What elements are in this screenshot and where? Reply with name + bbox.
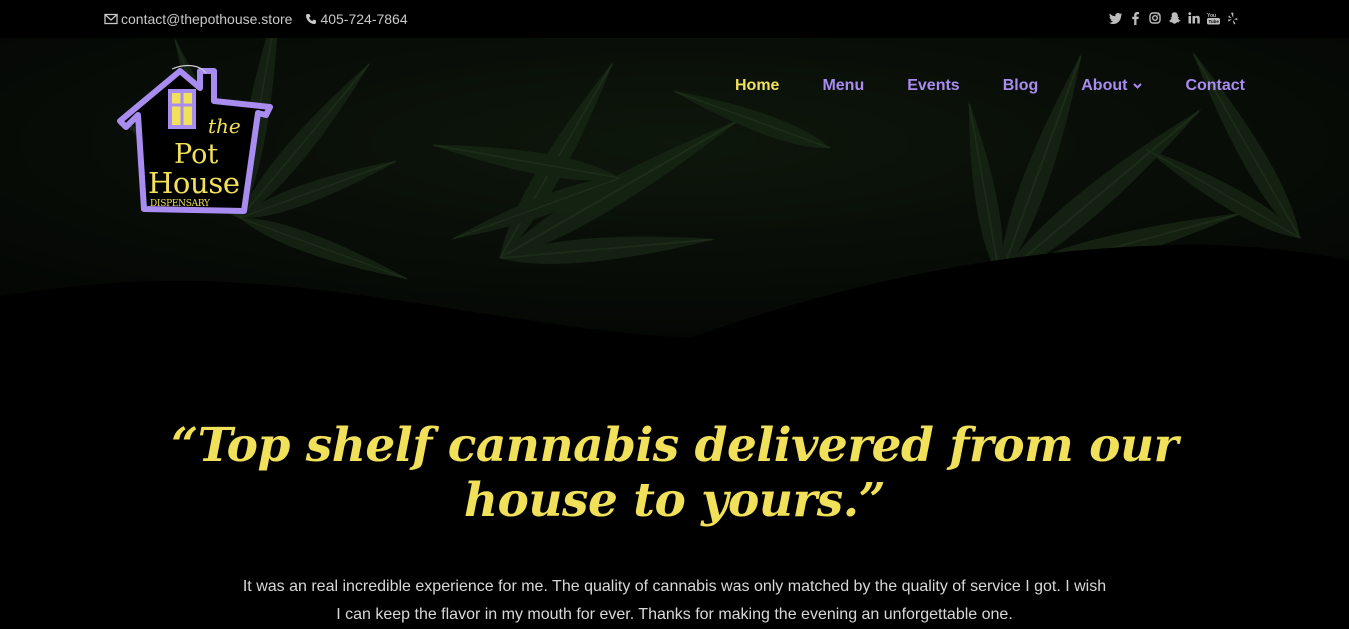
facebook-icon[interactable]	[1129, 11, 1142, 25]
contact-info: contact@thepothouse.store 405-724-7864	[104, 11, 421, 27]
logo-text-the: the	[208, 114, 241, 138]
email-link[interactable]: contact@thepothouse.store	[104, 11, 292, 27]
site-logo[interactable]: the Pot House DISPENSARY	[116, 63, 276, 215]
logo-text-house: House	[148, 166, 240, 200]
snapchat-icon[interactable]	[1168, 11, 1181, 25]
quote-line-1: “Top shelf cannabis delivered from our	[171, 418, 1178, 473]
svg-text:Tube: Tube	[1208, 19, 1219, 24]
envelope-icon	[104, 13, 118, 25]
yelp-icon[interactable]	[1226, 11, 1239, 25]
quote-line-2: house to yours.”	[463, 473, 886, 528]
phone-text: 405-724-7864	[320, 11, 408, 27]
nav-events[interactable]: Events	[907, 77, 959, 95]
social-links: You Tube	[1103, 11, 1240, 25]
hero-quote: “Top shelf cannabis delivered from our h…	[0, 418, 1349, 528]
phone-link[interactable]: 405-724-7864	[305, 11, 408, 27]
twitter-icon[interactable]	[1109, 11, 1122, 25]
nav-home[interactable]: Home	[735, 77, 779, 95]
logo-text-dispensary: DISPENSARY	[150, 199, 211, 209]
youtube-icon[interactable]: You Tube	[1206, 11, 1220, 25]
nav-menu[interactable]: Menu	[822, 77, 864, 95]
phone-icon	[306, 14, 317, 24]
nav-contact[interactable]: Contact	[1185, 77, 1245, 95]
main-nav: Home Menu Events Blog About Contact	[692, 77, 1245, 95]
linkedin-icon[interactable]	[1187, 11, 1200, 25]
nav-blog[interactable]: Blog	[1003, 77, 1039, 95]
nav-about[interactable]: About	[1081, 77, 1143, 95]
email-text: contact@thepothouse.store	[121, 11, 293, 27]
instagram-icon[interactable]	[1148, 11, 1161, 25]
testimonial-line-1: It was an real incredible experience for…	[242, 578, 1107, 595]
testimonial-text: It was an real incredible experience for…	[210, 573, 1139, 629]
chevron-down-icon	[1133, 83, 1143, 89]
top-bar: contact@thepothouse.store 405-724-7864 Y…	[0, 0, 1349, 38]
